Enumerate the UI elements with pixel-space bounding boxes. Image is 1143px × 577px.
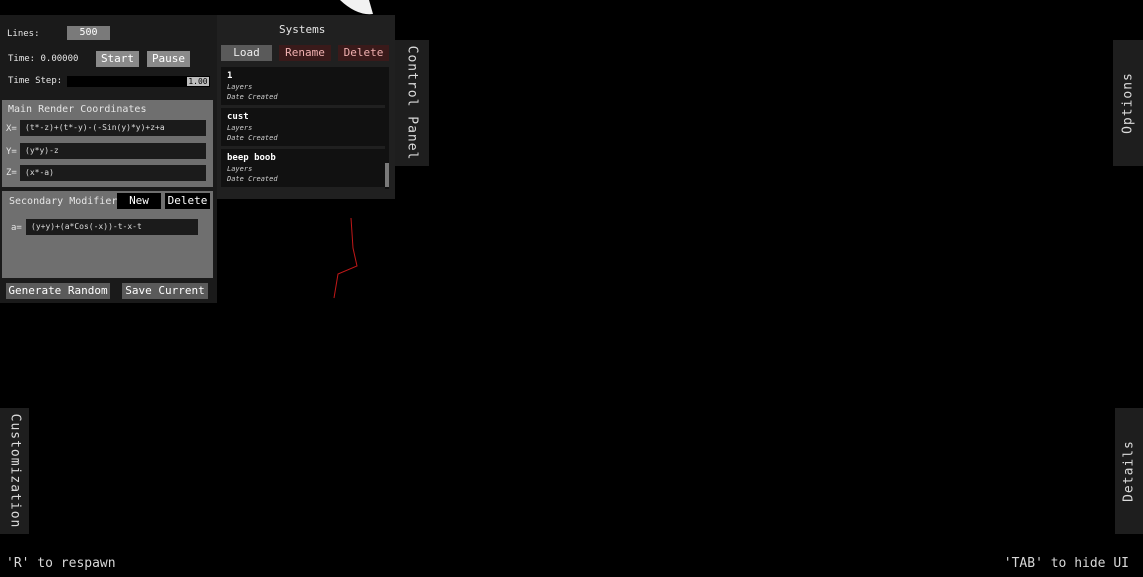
system-item-1[interactable]: 1 Layers Date Created (221, 67, 385, 105)
rename-system-button[interactable]: Rename (279, 45, 331, 61)
tab-options-label: Options (1120, 72, 1136, 134)
system-name: beep boob (227, 153, 276, 163)
a-equation-input[interactable]: (y+y)+(a*Cos(-x))-t-x-t (26, 219, 198, 235)
system-item-beep-boob[interactable]: beep boob Layers Date Created (221, 149, 385, 187)
systems-scrollbar-thumb[interactable] (385, 163, 389, 187)
a-label: a= (11, 223, 22, 233)
tab-details-label: Details (1121, 440, 1137, 502)
pause-button[interactable]: Pause (147, 51, 190, 67)
white-blob (340, 0, 373, 15)
x-equation-input[interactable]: (t*-z)+(t*-y)-(-Sin(y)*y)+z+a (20, 120, 206, 136)
control-panel: Lines: 500 Time: 0.00000 Start Pause Tim… (0, 15, 217, 303)
timestep-label: Time Step: (8, 76, 63, 86)
hide-ui-hint: 'TAB' to hide UI (1003, 556, 1129, 571)
y-label: Y= (6, 147, 17, 157)
systems-scrollbar-track[interactable] (385, 67, 389, 189)
save-current-button[interactable]: Save Current (122, 283, 208, 299)
trace-line (333, 217, 358, 299)
respawn-hint: 'R' to respawn (6, 556, 116, 571)
system-date: Date Created (227, 134, 278, 142)
main-render-title: Main Render Coordinates (8, 104, 147, 115)
system-name: 1 (227, 71, 233, 81)
lines-label: Lines: (7, 29, 40, 39)
systems-list: 1 Layers Date Created cust Layers Date C… (221, 67, 389, 191)
load-system-button[interactable]: Load (221, 45, 272, 61)
secondary-modifiers-title: Secondary Modifiers (9, 196, 124, 207)
tab-control-panel-label: Control Panel (404, 45, 420, 161)
generate-random-button[interactable]: Generate Random (6, 283, 110, 299)
system-date: Date Created (227, 175, 278, 183)
z-label: Z= (6, 168, 17, 178)
time-label: Time: 0.00000 (8, 54, 79, 64)
tab-customization-label: Customization (7, 413, 22, 529)
y-equation-input[interactable]: (y*y)-z (20, 143, 206, 159)
delete-system-button[interactable]: Delete (338, 45, 389, 61)
lines-value-field[interactable]: 500 (67, 26, 110, 40)
tab-customization[interactable]: Customization (0, 408, 29, 534)
x-label: X= (6, 124, 17, 134)
systems-title: Systems (279, 23, 326, 36)
system-item-cust[interactable]: cust Layers Date Created (221, 108, 385, 146)
render-trace (333, 217, 358, 299)
tab-control-panel[interactable]: Control Panel (395, 40, 429, 166)
systems-panel: Systems Load Rename Delete 1 Layers Date… (217, 15, 395, 199)
system-date: Date Created (227, 93, 278, 101)
main-render-section: Main Render Coordinates X= (t*-z)+(t*-y)… (2, 100, 213, 187)
system-layers: Layers (227, 165, 253, 173)
new-modifier-button[interactable]: New (117, 193, 161, 209)
tab-options[interactable]: Options (1113, 40, 1143, 166)
timestep-handle[interactable]: 1.00 (187, 77, 209, 86)
system-layers: Layers (227, 124, 253, 132)
system-layers: Layers (227, 83, 253, 91)
tab-details[interactable]: Details (1115, 408, 1143, 534)
delete-modifier-button[interactable]: Delete (165, 193, 210, 209)
timestep-slider[interactable]: 1.00 (67, 76, 210, 87)
z-equation-input[interactable]: (x*-a) (20, 165, 206, 181)
start-button[interactable]: Start (96, 51, 139, 67)
secondary-modifiers-section: Secondary Modifiers New Delete a= (y+y)+… (2, 191, 213, 278)
system-name: cust (227, 112, 249, 122)
